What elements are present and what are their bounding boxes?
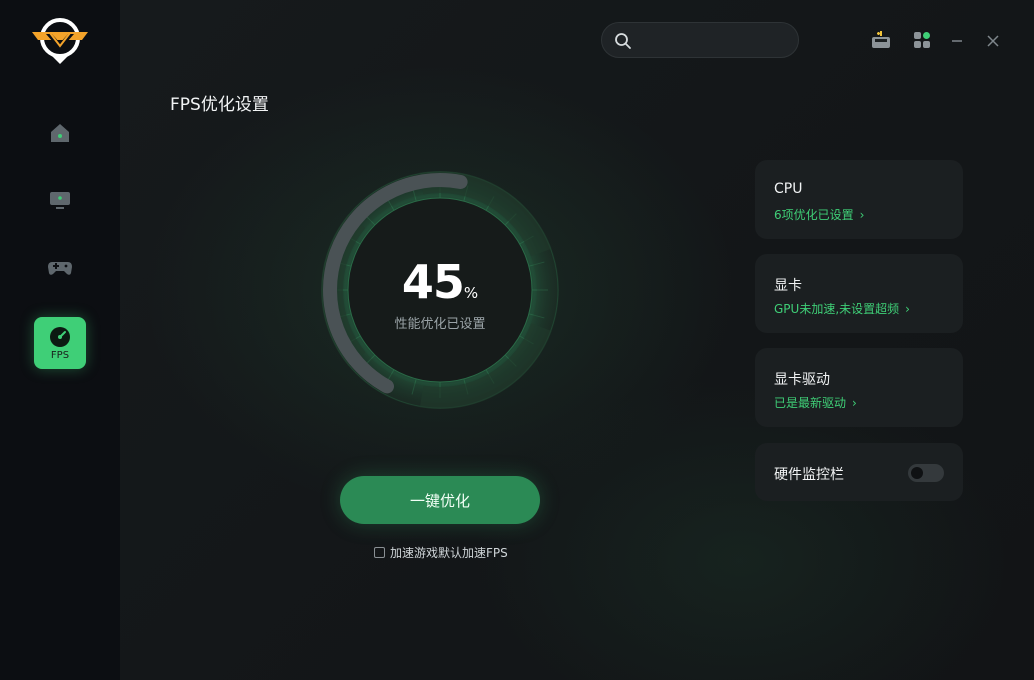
speedometer-icon: [50, 326, 70, 347]
gift-plus-one-icon: [872, 31, 890, 48]
app-logo[interactable]: [30, 14, 90, 66]
auto-fps-checkbox-label: 加速游戏默认加速FPS: [390, 546, 508, 560]
home-icon: [51, 124, 69, 142]
gauge-value: 45%: [390, 255, 490, 309]
minimize-button[interactable]: [950, 33, 964, 52]
hardware-monitor-toggle[interactable]: [908, 464, 944, 482]
card-gpu-title: 显卡: [774, 278, 802, 294]
apps-grid-icon: [914, 32, 930, 48]
auto-fps-checkbox[interactable]: [374, 547, 385, 558]
card-gpu[interactable]: 显卡 GPU未加速,未设置超频 ›: [755, 254, 963, 333]
gamepad-icon: [48, 262, 72, 275]
card-gpu-subtitle[interactable]: GPU未加速,未设置超频 ›: [774, 300, 910, 317]
toggle-knob: [911, 467, 923, 479]
sidebar-item-gamepad[interactable]: [34, 241, 86, 293]
chevron-right-icon: ›: [859, 208, 865, 222]
search-box[interactable]: [601, 22, 799, 58]
chevron-right-icon: ›: [905, 302, 910, 316]
close-icon: [987, 35, 999, 47]
auto-fps-checkbox-row[interactable]: 加速游戏默认加速FPS: [374, 544, 508, 561]
sidebar-item-fps[interactable]: FPS: [34, 317, 86, 369]
card-gpu-driver-subtitle-text: 已是最新驱动: [774, 396, 847, 410]
card-gpu-driver-subtitle[interactable]: 已是最新驱动 ›: [774, 394, 857, 411]
gauge-value-number: 45: [401, 255, 465, 309]
gift-box-button[interactable]: [871, 29, 891, 53]
sidebar-item-monitor[interactable]: [34, 174, 86, 226]
card-gpu-subtitle-text: GPU未加速,未设置超频: [774, 302, 900, 316]
gauge-label: 性能优化已设置: [394, 317, 486, 332]
page-title: FPS优化设置: [170, 95, 269, 115]
monitor-icon: [50, 192, 70, 209]
close-button[interactable]: [986, 33, 1000, 52]
sidebar-item-label: FPS: [50, 349, 70, 361]
search-input[interactable]: [638, 29, 792, 53]
sidebar-item-home[interactable]: [34, 107, 86, 159]
search-icon: [615, 33, 631, 49]
chevron-right-icon: ›: [852, 396, 857, 410]
card-gpu-driver-title: 显卡驱动: [774, 372, 830, 388]
minimize-icon: [952, 40, 962, 42]
one-click-optimize-button[interactable]: 一键优化: [340, 476, 540, 524]
sidebar: FPS: [0, 0, 120, 680]
card-cpu[interactable]: CPU 6项优化已设置 ›: [755, 160, 963, 239]
card-hardware-monitor-title: 硬件监控栏: [774, 467, 844, 483]
card-cpu-subtitle-text: 6项优化已设置: [774, 208, 854, 222]
card-cpu-title: CPU: [774, 181, 803, 197]
gauge-value-unit: %: [463, 284, 479, 302]
card-cpu-subtitle[interactable]: 6项优化已设置 ›: [774, 206, 864, 223]
card-gpu-driver[interactable]: 显卡驱动 已是最新驱动 ›: [755, 348, 963, 427]
card-hardware-monitor: 硬件监控栏: [755, 443, 963, 501]
apps-button[interactable]: [913, 31, 931, 53]
